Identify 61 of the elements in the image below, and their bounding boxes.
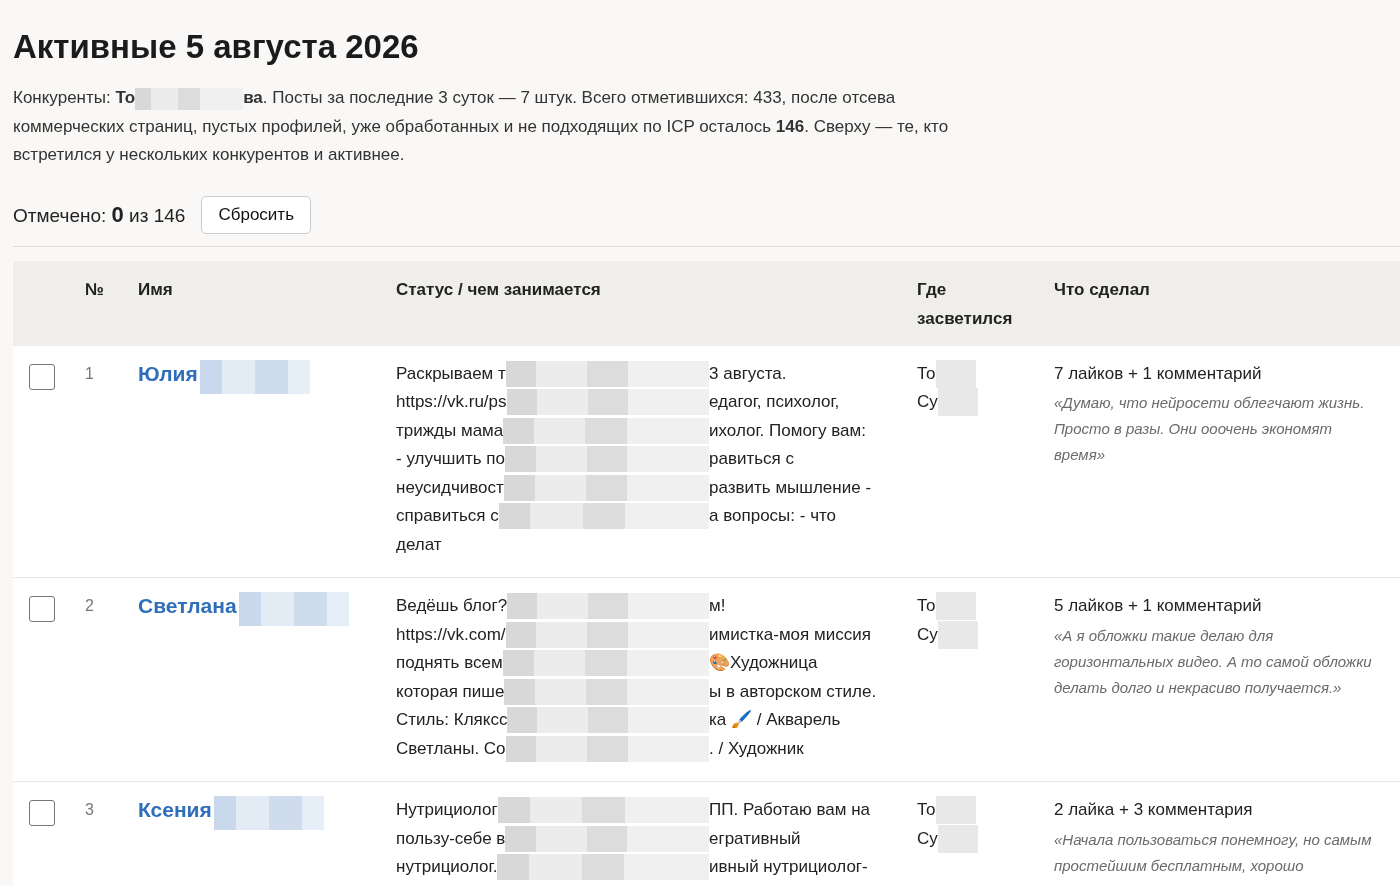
- action-summary: 2 лайка + 3 комментария: [1054, 799, 1254, 821]
- text-line: https://vk.ru/ps: [396, 391, 507, 413]
- text-line: Раскрываем т: [396, 362, 506, 385]
- text-line: . / Художник: [709, 737, 805, 760]
- page-title: Активные 5 августа 2026: [13, 28, 420, 66]
- text-line: То: [917, 799, 936, 821]
- row-number: 1: [85, 363, 95, 384]
- text-line: ивный нутрициолог-: [709, 856, 869, 878]
- text-line: Су: [917, 391, 938, 413]
- row-checkbox[interactable]: [29, 596, 55, 622]
- text-line: Светланы. Со: [396, 737, 506, 760]
- text-line: развить мышление -: [709, 476, 873, 499]
- column-header: Статус / чем занимается: [396, 278, 602, 301]
- action-summary: 5 лайков + 1 комментарий: [1054, 595, 1263, 617]
- column-header: Где засветился: [917, 278, 1014, 330]
- comment-quote: «А я обложки такие делаю для горизонтальных видео. А то самой обложки делать долго и некрасиво получается.»: [1054, 625, 1373, 698]
- text-line: справиться с: [396, 505, 499, 527]
- intro-text: Конкуренты: То ва. Посты за последние 3 суток — 7 штук. Всего отметившихся: 433, после отсева коммерческих страниц, пустых профилей, уже обработанных и не подходящих по ICP осталось 146. Сверху — те, кто встретился у нескольких конкурентов и активнее.: [13, 86, 950, 166]
- text-line: 3 августа.: [709, 362, 788, 385]
- text-line: То: [917, 595, 936, 617]
- text-line: делат: [396, 533, 442, 556]
- text-line: ка 🖌 / Акварель: [709, 709, 842, 731]
- text-line: а вопросы: - что: [709, 505, 838, 527]
- text-line: имистка-моя миссия: [709, 623, 872, 646]
- reset-button[interactable]: Сбросить: [201, 195, 311, 234]
- text-line: егративный: [709, 827, 802, 850]
- person-name-link[interactable]: Юлия: [138, 359, 198, 388]
- text-line: ихолог. Помогу вам:: [709, 419, 867, 442]
- text-line: То: [917, 362, 936, 385]
- text-line: м!: [709, 595, 727, 617]
- selected-counter: Отмечено: 0 из 146: [13, 201, 186, 228]
- text-line: пользу-себе в: [396, 827, 506, 850]
- text-line: Стиль: Кляксс: [396, 709, 508, 731]
- person-name-link[interactable]: Ксения: [138, 796, 212, 825]
- comment-quote: «Думаю, что нейросети облегчают жизнь. Просто в разы. Они ооочень экономят время»: [1054, 393, 1366, 465]
- action-summary: 7 лайков + 1 комментарий: [1054, 362, 1263, 385]
- text-line: ПП. Работаю вам на: [709, 799, 871, 821]
- comment-quote: «Начала пользоваться понемногу, но самым простейшим бесплатным, хорошо: [1054, 829, 1373, 876]
- column-header: Имя: [138, 278, 174, 301]
- person-name-link[interactable]: Светлана: [138, 592, 237, 621]
- text-line: ы в авторском стиле.: [709, 680, 878, 703]
- text-line: нутрициолог.: [396, 856, 498, 878]
- text-line: 🎨Художница: [709, 652, 819, 674]
- text-line: https://vk.com/: [396, 623, 506, 646]
- text-line: Су: [917, 623, 938, 646]
- text-line: едагог, психолог,: [709, 391, 841, 413]
- text-line: неусидчивост: [396, 476, 504, 499]
- row-number: 2: [85, 596, 95, 616]
- row-checkbox[interactable]: [29, 800, 55, 826]
- text-line: Су: [917, 827, 938, 850]
- column-header: №: [85, 278, 105, 301]
- text-line: поднять всем: [396, 652, 503, 674]
- column-header: Что сделал: [1054, 278, 1151, 301]
- row-checkbox[interactable]: [29, 363, 55, 390]
- row-number: 3: [85, 800, 95, 820]
- text-line: Нутрициолог: [396, 799, 498, 821]
- text-line: равиться с: [709, 448, 795, 470]
- text-line: - улучшить по: [396, 448, 505, 470]
- text-line: Ведёшь блог?: [396, 595, 508, 617]
- text-line: трижды мама: [396, 419, 504, 442]
- text-line: которая пише: [396, 680, 505, 703]
